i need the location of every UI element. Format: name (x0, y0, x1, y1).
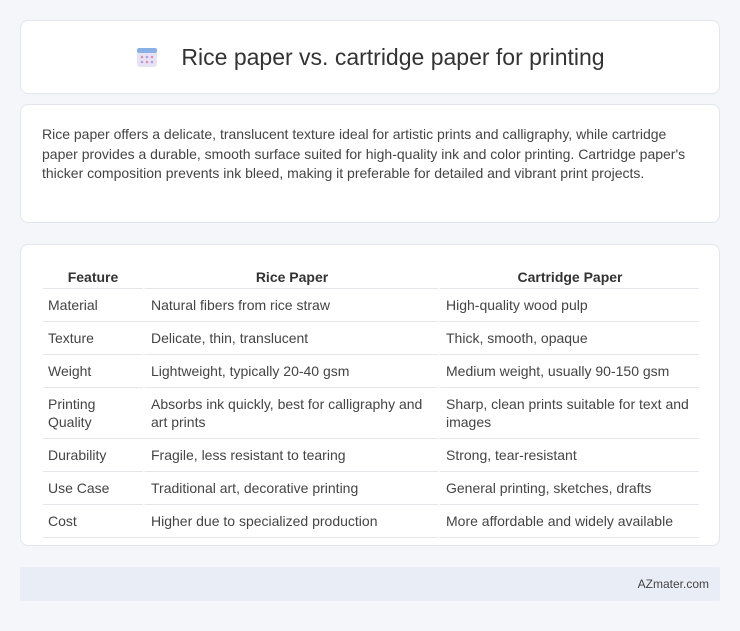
footer-site-link[interactable]: AZmater.com (638, 577, 709, 591)
cell-feature: Texture (43, 322, 143, 355)
cell-feature: Weight (43, 355, 143, 388)
cell-rice-paper: Fragile, less resistant to tearing (143, 439, 438, 472)
title-wrap: Rice paper vs. cartridge paper for print… (135, 43, 605, 71)
cell-rice-paper: Higher due to specialized production (143, 505, 438, 538)
cell-cartridge-paper: Medium weight, usually 90-150 gsm (438, 355, 699, 388)
table-row: Texture Delicate, thin, translucent Thic… (43, 322, 699, 355)
cell-feature: Material (43, 289, 143, 322)
table-row: Durability Fragile, less resistant to te… (43, 439, 699, 472)
cell-cartridge-paper: Sharp, clean prints suitable for text an… (438, 388, 699, 439)
footer-bar: AZmater.com (20, 567, 720, 601)
summary-text: Rice paper offers a delicate, translucen… (42, 126, 686, 181)
cell-rice-paper: Lightweight, typically 20-40 gsm (143, 355, 438, 388)
calendar-icon (137, 48, 158, 67)
comparison-card: Feature Rice Paper Cartridge Paper Mater… (20, 244, 720, 546)
header-rice-paper: Rice Paper (143, 265, 438, 289)
page-title: Rice paper vs. cartridge paper for print… (181, 43, 605, 70)
cell-cartridge-paper: Thick, smooth, opaque (438, 322, 699, 355)
summary-card: Rice paper offers a delicate, translucen… (20, 104, 720, 223)
header-cartridge-paper: Cartridge Paper (438, 265, 699, 289)
table-row: Cost Higher due to specialized productio… (43, 505, 699, 538)
table-row: Weight Lightweight, typically 20-40 gsm … (43, 355, 699, 388)
cell-cartridge-paper: High-quality wood pulp (438, 289, 699, 322)
header-feature: Feature (43, 265, 143, 289)
cell-cartridge-paper: More affordable and widely available (438, 505, 699, 538)
table-row: Use Case Traditional art, decorative pri… (43, 472, 699, 505)
comparison-table: Feature Rice Paper Cartridge Paper Mater… (43, 265, 699, 538)
cell-feature: Printing Quality (43, 388, 143, 439)
cell-feature: Durability (43, 439, 143, 472)
cell-rice-paper: Delicate, thin, translucent (143, 322, 438, 355)
cell-cartridge-paper: Strong, tear-resistant (438, 439, 699, 472)
cell-feature: Use Case (43, 472, 143, 505)
cell-rice-paper: Absorbs ink quickly, best for calligraph… (143, 388, 438, 439)
title-card: Rice paper vs. cartridge paper for print… (20, 20, 720, 94)
cell-feature: Cost (43, 505, 143, 538)
table-row: Printing Quality Absorbs ink quickly, be… (43, 388, 699, 439)
cell-cartridge-paper: General printing, sketches, drafts (438, 472, 699, 505)
cell-rice-paper: Traditional art, decorative printing (143, 472, 438, 505)
table-header-row: Feature Rice Paper Cartridge Paper (43, 265, 699, 289)
cell-rice-paper: Natural fibers from rice straw (143, 289, 438, 322)
table-row: Material Natural fibers from rice straw … (43, 289, 699, 322)
